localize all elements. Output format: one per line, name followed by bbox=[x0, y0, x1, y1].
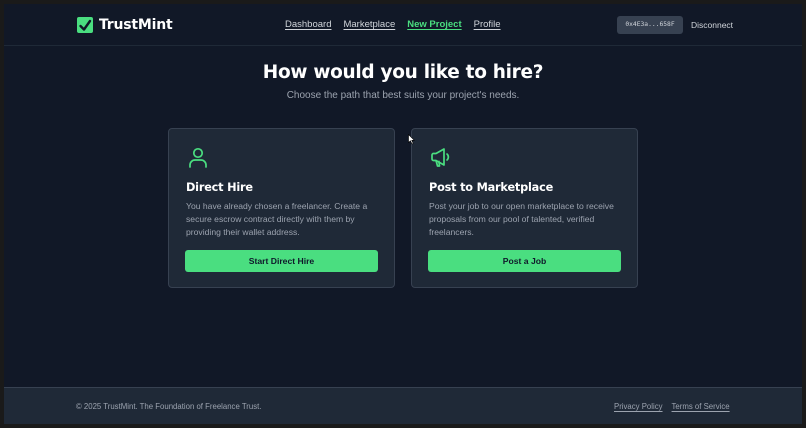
post-to-marketplace-card: Post to Marketplace Post your job to our… bbox=[411, 128, 638, 288]
nav-dashboard[interactable]: Dashboard bbox=[285, 19, 331, 30]
logo-text: TrustMint bbox=[99, 17, 173, 33]
privacy-policy-link[interactable]: Privacy Policy bbox=[614, 402, 663, 411]
main-nav: Dashboard Marketplace New Project Profil… bbox=[285, 19, 501, 30]
app-window: TrustMint Dashboard Marketplace New Proj… bbox=[4, 4, 802, 424]
megaphone-icon bbox=[429, 145, 453, 174]
direct-hire-card: Direct Hire You have already chosen a fr… bbox=[168, 128, 395, 288]
wallet-address-badge[interactable]: 0x4E3a...658F bbox=[617, 16, 683, 34]
post-a-job-button[interactable]: Post a Job bbox=[428, 250, 621, 272]
card-description: You have already chosen a freelancer. Cr… bbox=[186, 201, 368, 237]
nav-profile[interactable]: Profile bbox=[474, 19, 501, 30]
mouse-cursor-icon bbox=[408, 132, 416, 150]
top-navbar: TrustMint Dashboard Marketplace New Proj… bbox=[4, 4, 802, 46]
disconnect-button[interactable]: Disconnect bbox=[691, 20, 733, 30]
footer: © 2025 TrustMint. The Foundation of Free… bbox=[4, 387, 802, 424]
trustmint-logo-icon bbox=[76, 16, 94, 34]
start-direct-hire-button[interactable]: Start Direct Hire bbox=[185, 250, 378, 272]
card-title: Post to Marketplace bbox=[429, 181, 554, 194]
user-icon bbox=[186, 145, 210, 174]
page-subtitle: Choose the path that best suits your pro… bbox=[286, 90, 520, 101]
nav-new-project[interactable]: New Project bbox=[407, 19, 461, 30]
page-title: How would you like to hire? bbox=[262, 62, 544, 83]
logo[interactable]: TrustMint bbox=[76, 16, 173, 34]
terms-of-service-link[interactable]: Terms of Service bbox=[672, 402, 730, 411]
copyright-text: © 2025 TrustMint. The Foundation of Free… bbox=[76, 402, 262, 411]
card-title: Direct Hire bbox=[186, 181, 253, 194]
footer-links: Privacy Policy Terms of Service bbox=[614, 402, 730, 411]
card-description: Post your job to our open marketplace to… bbox=[429, 201, 614, 237]
nav-marketplace[interactable]: Marketplace bbox=[343, 19, 395, 30]
